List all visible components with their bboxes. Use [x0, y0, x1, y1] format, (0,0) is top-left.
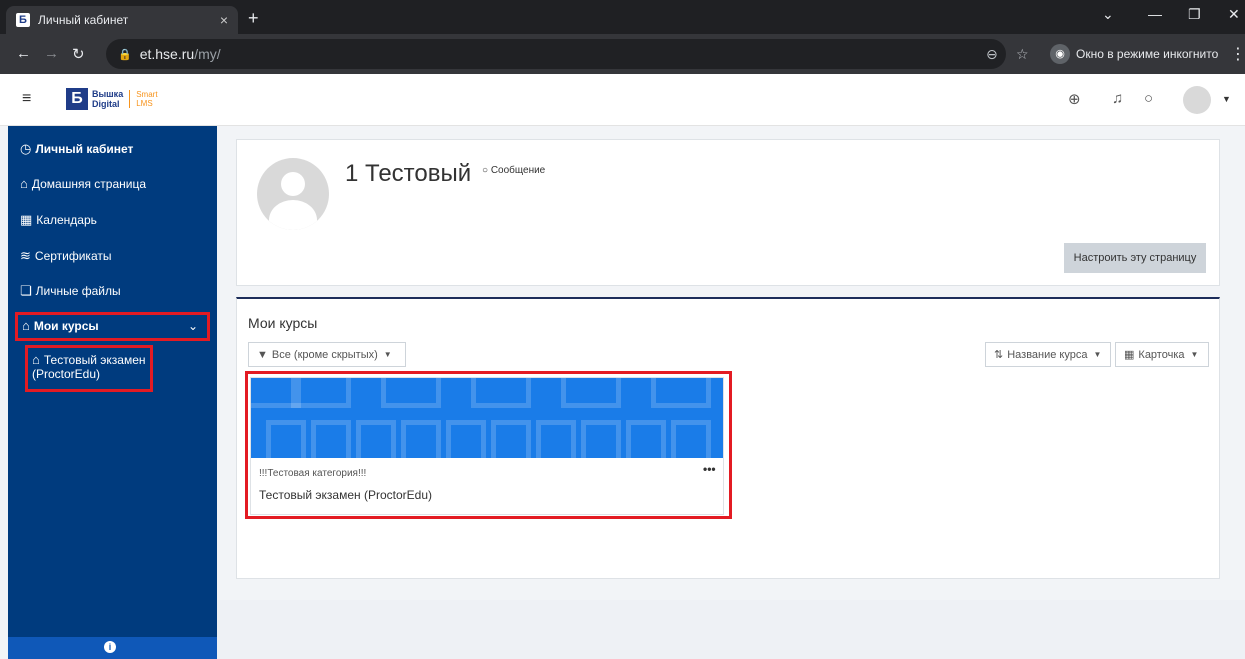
my-courses-block: Мои курсы ▼ Все (кроме скрытых) ▼ ⇅ Назв…: [236, 297, 1220, 579]
courses-title: Мои курсы: [248, 315, 318, 331]
browser-tab[interactable]: Б Личный кабинет ×: [6, 6, 238, 34]
notifications-bell-icon[interactable]: ♫: [1112, 90, 1123, 107]
address-bar[interactable]: 🔒 et.hse.ru/my/: [106, 39, 1006, 69]
new-tab-button[interactable]: +: [248, 8, 259, 29]
sidebar-item-label: Личные файлы: [35, 284, 121, 298]
reload-icon[interactable]: ↻: [72, 45, 85, 63]
grid-icon: ▦: [1124, 349, 1135, 361]
footer-decoration: [217, 600, 1245, 659]
message-label: Сообщение: [490, 165, 546, 176]
files-icon: ❏: [20, 283, 32, 298]
certificate-icon: ≋: [20, 248, 31, 263]
incognito-indicator[interactable]: ◉ Окно в режиме инкогнито: [1050, 40, 1218, 68]
brand-line2: Digital: [92, 99, 120, 109]
tab-title: Личный кабинет: [38, 13, 129, 27]
profile-avatar: [257, 158, 329, 230]
tab-search-chevron-icon[interactable]: ⌄: [1102, 6, 1114, 23]
customize-page-button[interactable]: Настроить эту страницу: [1064, 243, 1206, 273]
tab-close-icon[interactable]: ×: [220, 12, 228, 28]
profile-name: 1 Тестовый: [345, 160, 472, 187]
highlight-course-link: [25, 345, 153, 392]
incognito-label: Окно в режиме инкогнито: [1076, 47, 1219, 61]
logo-separator: [129, 90, 131, 108]
sidebar-nav: ◷ Личный кабинет ⌂ Домашняя страница ▦ К…: [8, 126, 217, 659]
message-link[interactable]: ○ Сообщение: [482, 165, 545, 176]
sidebar-item-label: Личный кабинет: [35, 142, 134, 156]
smart-line2: LMS: [136, 99, 153, 108]
dropdown-caret-icon: ▼: [1093, 350, 1102, 359]
sidebar-item-home[interactable]: ⌂ Домашняя страница: [20, 176, 146, 191]
forward-arrow-icon[interactable]: →: [44, 45, 59, 62]
browser-menu-icon[interactable]: ⋮: [1230, 44, 1245, 64]
zoom-icon[interactable]: ⊖: [986, 46, 998, 63]
browser-toolbar: ← → ↻ 🔒 et.hse.ru/my/ ⊖ ☆ ◉ Окно в режим…: [0, 34, 1245, 74]
calendar-icon: ▦: [20, 212, 33, 227]
message-bubble-icon: ○: [482, 165, 489, 176]
restore-icon[interactable]: ❐: [1188, 6, 1201, 23]
lock-icon: 🔒: [118, 48, 132, 61]
brand-line1: Вышка: [92, 89, 124, 99]
filter-label: Все (кроме скрытых): [271, 348, 378, 361]
sidebar-item-certificates[interactable]: ≋ Сертификаты: [20, 248, 111, 264]
home-icon: ⌂: [20, 176, 28, 191]
courses-sort-dropdown[interactable]: ⇅ Название курса ▼: [985, 342, 1111, 367]
site-logo[interactable]: Б Вышка Digital Smart LMS: [66, 88, 158, 110]
messages-bubble-icon[interactable]: ○: [1144, 90, 1153, 107]
site-favicon-icon: Б: [16, 13, 30, 27]
hamburger-menu-icon[interactable]: ≡: [22, 90, 31, 108]
courses-filter-dropdown[interactable]: ▼ Все (кроме скрытых) ▼: [248, 342, 406, 367]
dashboard-icon: ◷: [20, 141, 32, 156]
dropdown-caret-icon: ▼: [1190, 350, 1199, 359]
view-label: Карточка: [1138, 348, 1185, 361]
dropdown-caret-icon: ▼: [383, 350, 392, 359]
bookmark-star-icon[interactable]: ☆: [1016, 46, 1029, 63]
sidebar-item-dashboard[interactable]: ◷ Личный кабинет: [20, 141, 133, 157]
highlight-course-card: [245, 371, 732, 519]
sidebar-footer: i: [8, 637, 217, 659]
minimize-icon[interactable]: —: [1148, 6, 1162, 22]
user-menu-caret-icon[interactable]: ▼: [1222, 94, 1231, 104]
smart-line1: Smart: [136, 90, 158, 99]
browser-titlebar: Б Личный кабинет × + ⌄ — ❐ ✕: [0, 0, 1245, 34]
sidebar-item-label: Сертификаты: [34, 249, 112, 263]
sidebar-item-files[interactable]: ❏ Личные файлы: [20, 283, 121, 299]
sidebar-item-label: Домашняя страница: [31, 176, 147, 191]
window-close-icon[interactable]: ✕: [1228, 6, 1240, 23]
user-avatar[interactable]: [1183, 86, 1211, 114]
profile-header-card: 1 Тестовый ○ Сообщение Настроить эту стр…: [236, 139, 1220, 286]
url-host: et.hse.ru: [139, 46, 195, 62]
sort-icon: ⇅: [994, 349, 1004, 361]
logo-mark: Б: [66, 88, 88, 110]
site-header: ≡ Б Вышка Digital Smart LMS ⊕ ♫ ○ ▼: [0, 74, 1245, 126]
sort-label: Название курса: [1007, 348, 1088, 361]
filter-icon: ▼: [257, 348, 268, 361]
incognito-icon: ◉: [1050, 44, 1070, 64]
url-path: /my/: [194, 46, 221, 62]
language-globe-icon[interactable]: ⊕: [1068, 90, 1081, 108]
sidebar-item-label: Календарь: [36, 213, 97, 227]
back-arrow-icon[interactable]: ←: [16, 45, 31, 62]
highlight-my-courses: [15, 312, 210, 341]
courses-view-dropdown[interactable]: ▦ Карточка ▼: [1115, 342, 1209, 367]
accessibility-icon[interactable]: i: [104, 641, 116, 653]
sidebar-item-calendar[interactable]: ▦ Календарь: [20, 212, 97, 228]
